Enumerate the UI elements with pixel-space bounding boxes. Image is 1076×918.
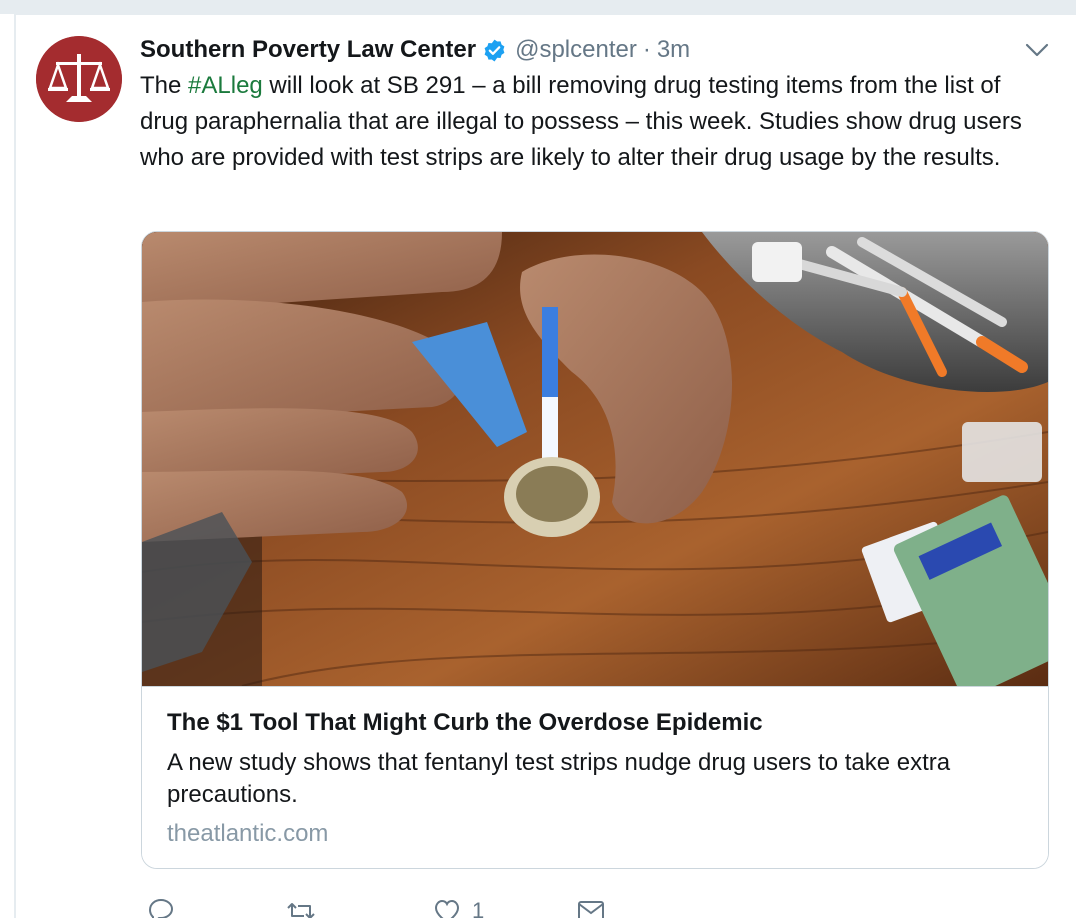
card-description: A new study shows that fentanyl test str… xyxy=(167,749,951,808)
hashtag-link[interactable]: #ALleg xyxy=(188,72,263,99)
chevron-down-icon[interactable] xyxy=(1024,40,1050,60)
tweet-text-start: The xyxy=(140,72,189,99)
tweet-header: Southern Poverty Law Center @splcenter ·… xyxy=(140,34,690,66)
link-preview-card[interactable]: The $1 Tool That Might Curb the Overdose… xyxy=(141,231,1049,869)
envelope-icon xyxy=(576,896,606,918)
avatar[interactable] xyxy=(36,36,122,122)
heart-icon xyxy=(432,896,462,918)
author-name[interactable]: Southern Poverty Law Center xyxy=(140,36,476,64)
reply-icon xyxy=(146,896,176,918)
card-title[interactable]: The $1 Tool That Might Curb the Overdose… xyxy=(167,707,1027,739)
card-domain[interactable]: theatlantic.com xyxy=(167,819,328,849)
left-divider xyxy=(14,14,16,918)
tweet-actions: 1 xyxy=(140,896,780,918)
reply-button[interactable] xyxy=(146,896,176,918)
card-image[interactable] xyxy=(142,232,1048,686)
verified-badge-icon xyxy=(482,38,507,63)
tweet-timestamp[interactable]: 3m xyxy=(657,36,690,64)
top-divider xyxy=(0,0,1076,14)
header-separator: · xyxy=(642,36,651,63)
like-button[interactable]: 1 xyxy=(432,896,484,918)
message-button[interactable] xyxy=(576,896,606,918)
tweet-top-border xyxy=(16,14,1076,15)
like-count: 1 xyxy=(472,898,485,918)
scales-of-justice-logo xyxy=(36,36,122,122)
author-handle[interactable]: @splcenter xyxy=(515,36,637,64)
tweet-text-rest: will look at SB 291 – a bill removing dr… xyxy=(140,72,1022,171)
retweet-icon xyxy=(286,896,316,918)
card-photo xyxy=(142,232,1048,686)
tweet-text: The #ALleg will look at SB 291 – a bill … xyxy=(140,68,1050,176)
retweet-button[interactable] xyxy=(286,896,316,918)
tweet-page: Southern Poverty Law Center @splcenter ·… xyxy=(0,0,1076,918)
card-body[interactable]: The $1 Tool That Might Curb the Overdose… xyxy=(142,686,1048,868)
